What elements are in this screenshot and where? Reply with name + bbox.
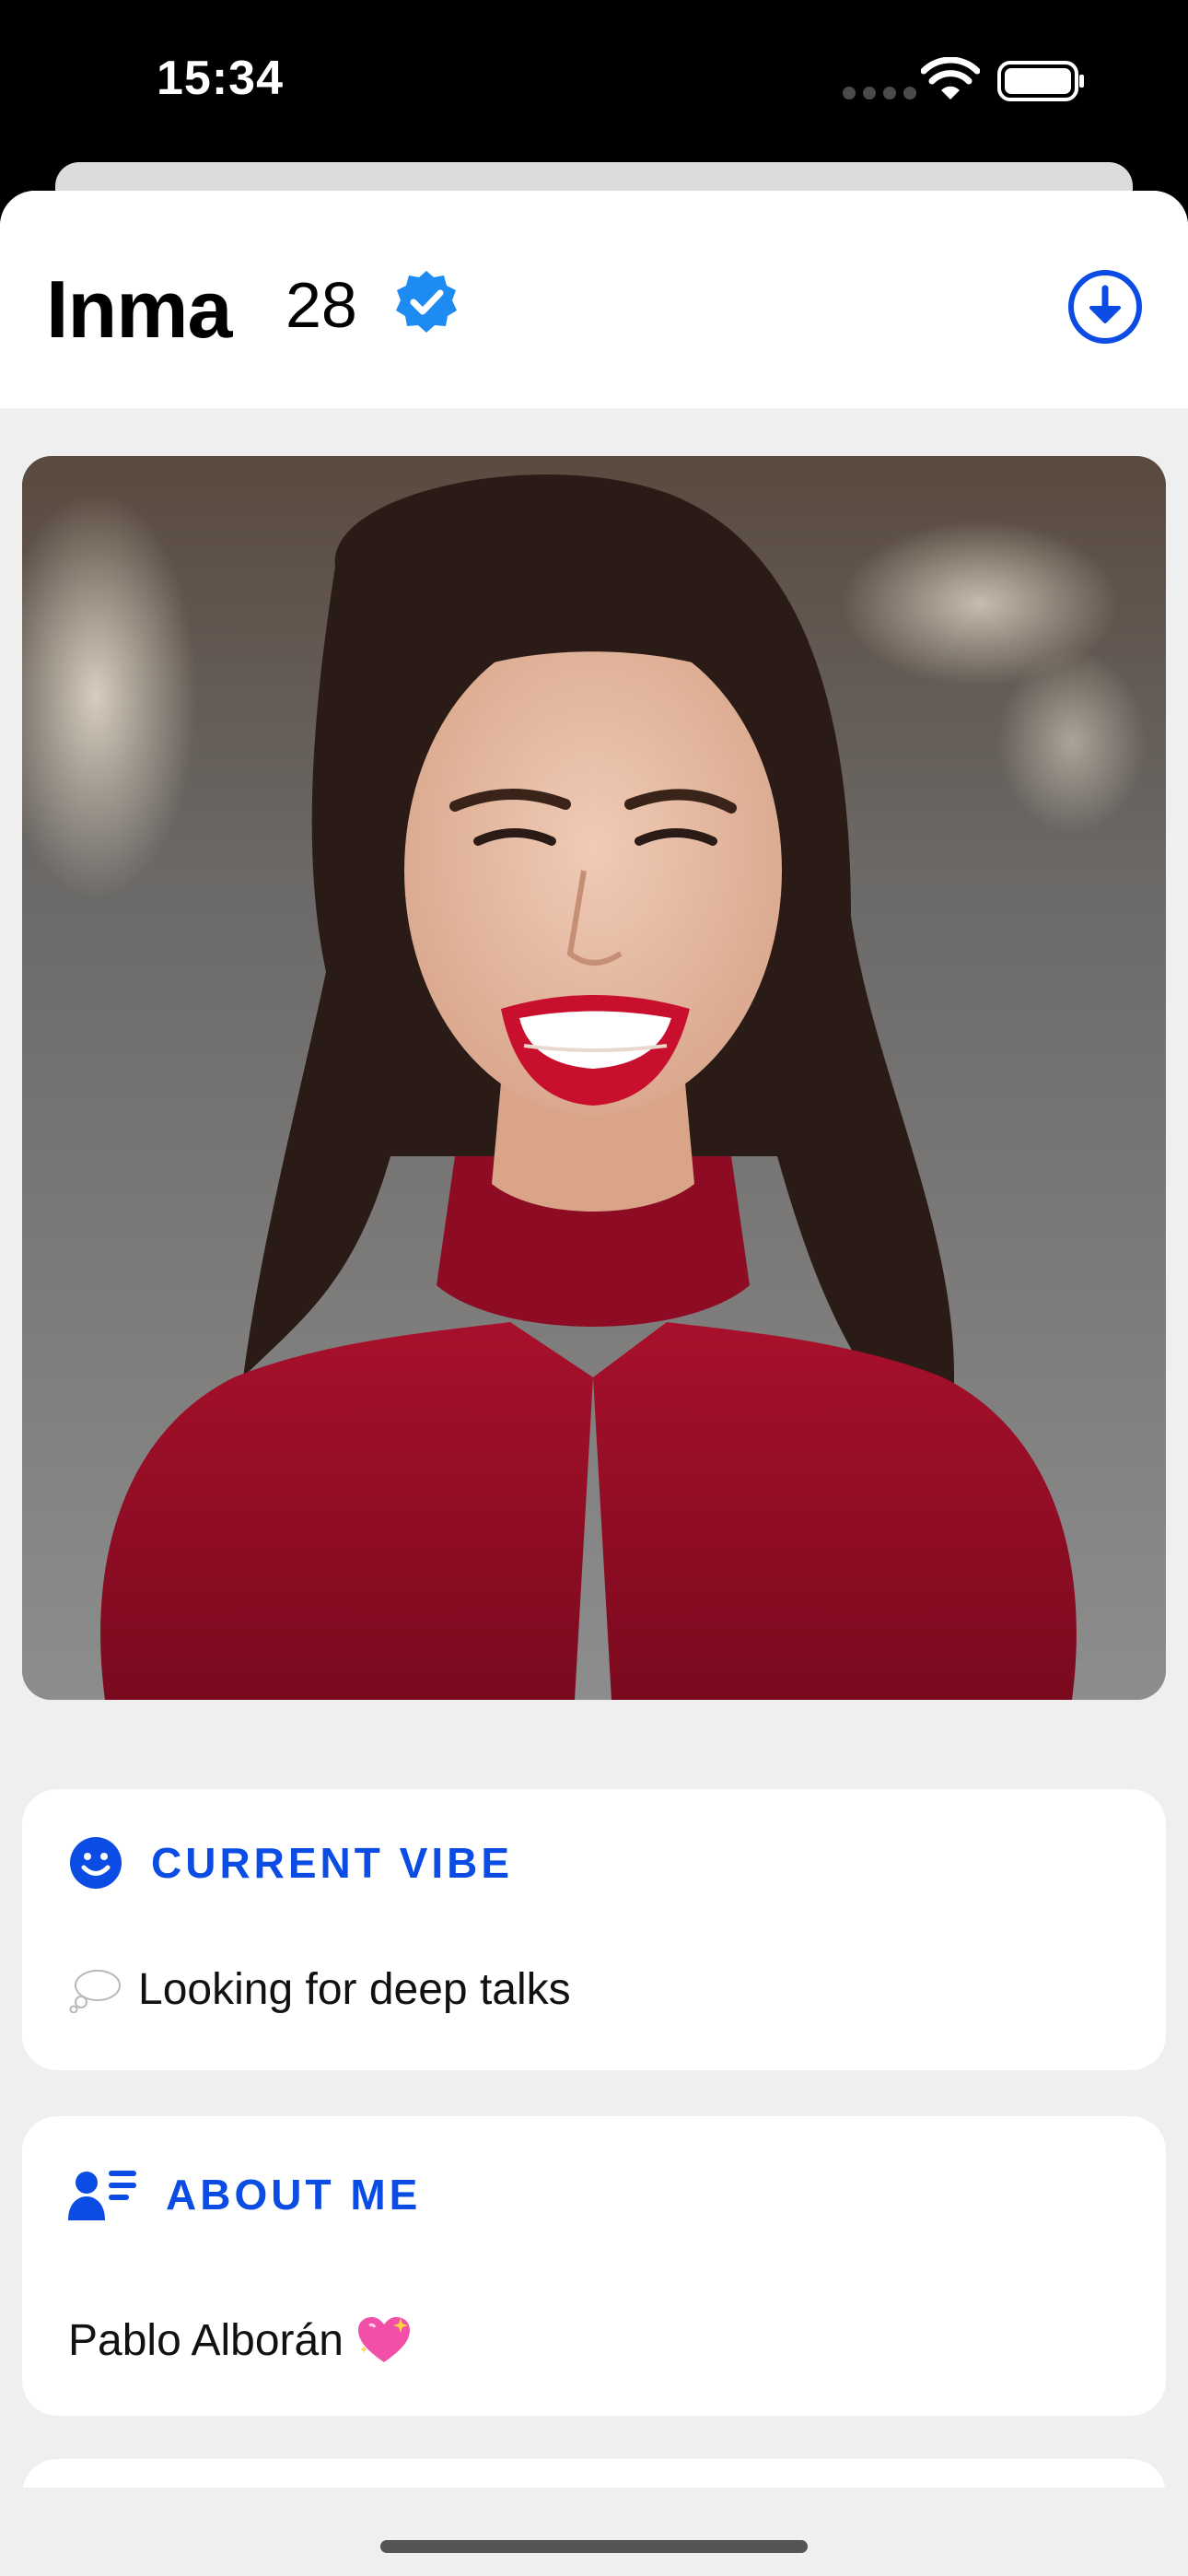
about-me-value: Pablo Alborán bbox=[68, 2315, 344, 2365]
current-vibe-value: Looking for deep talks bbox=[138, 1965, 571, 2014]
profile-age: 28 bbox=[285, 269, 357, 341]
profile-header: Inma 28 bbox=[0, 191, 1188, 408]
signal-dots-icon bbox=[843, 87, 916, 100]
about-me-card: ABOUT ME Pablo Alborán bbox=[22, 2116, 1166, 2416]
download-button[interactable] bbox=[1066, 268, 1144, 345]
home-area bbox=[0, 2488, 1188, 2576]
current-vibe-title: CURRENT VIBE bbox=[151, 1839, 514, 1887]
status-bar: 15:34 bbox=[0, 0, 1188, 166]
home-indicator[interactable] bbox=[380, 2540, 808, 2553]
sparkling-heart-icon bbox=[357, 2317, 410, 2362]
smiley-icon bbox=[70, 1837, 122, 1889]
profile-photo[interactable] bbox=[22, 456, 1166, 1700]
about-me-text: Pablo Alborán bbox=[68, 2314, 412, 2366]
current-vibe-card: CURRENT VIBE Looking for deep talks bbox=[22, 1789, 1166, 2070]
profile-photo-image bbox=[22, 456, 1166, 1700]
verified-badge-icon bbox=[396, 271, 457, 333]
about-me-title: ABOUT ME bbox=[166, 2171, 422, 2219]
thought-bubble-icon bbox=[69, 1969, 121, 2013]
battery-icon bbox=[997, 61, 1084, 101]
person-list-icon bbox=[68, 2171, 136, 2220]
current-vibe-header: CURRENT VIBE bbox=[68, 1835, 513, 1891]
profile-name: Inma bbox=[46, 263, 232, 355]
profile-sheet: Inma 28 CURRENT VIBE Looking for deep ta… bbox=[0, 191, 1188, 2576]
wifi-icon bbox=[921, 57, 980, 100]
current-vibe-text: Looking for deep talks bbox=[68, 1964, 571, 2015]
status-time: 15:34 bbox=[157, 52, 284, 105]
about-me-header: ABOUT ME bbox=[68, 2167, 421, 2222]
